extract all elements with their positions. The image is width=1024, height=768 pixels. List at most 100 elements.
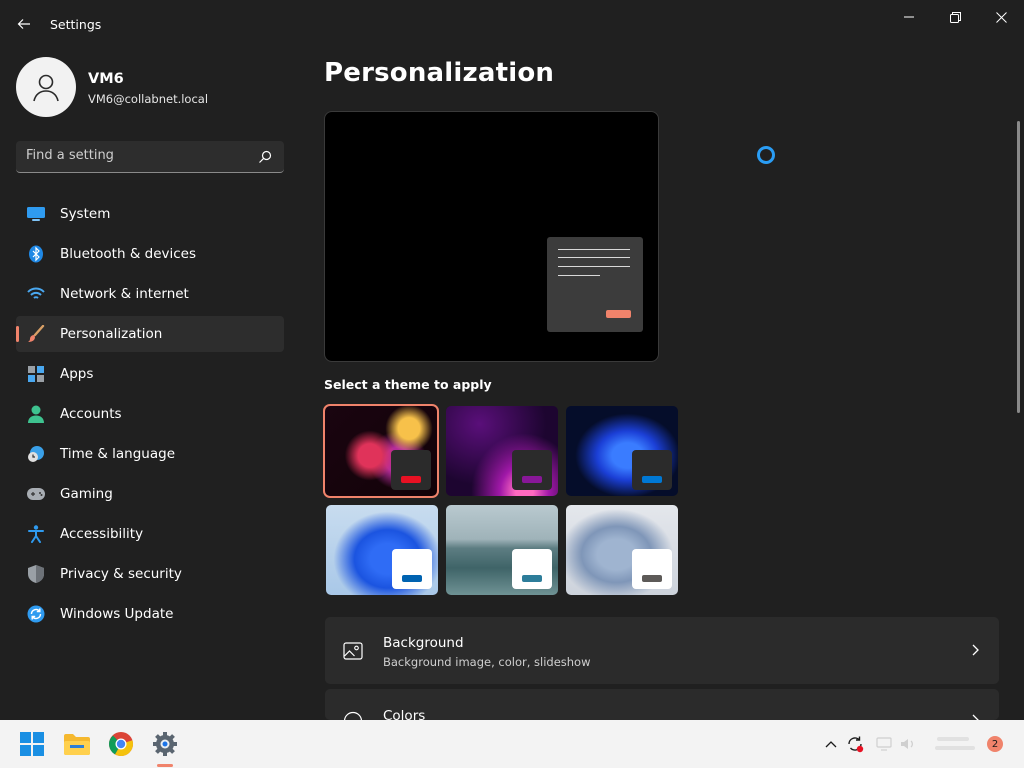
- theme-accent-bar: [402, 575, 422, 582]
- volume-icon: [901, 739, 913, 749]
- sidebar-item-label: Bluetooth & devices: [60, 246, 197, 262]
- image-icon: [343, 642, 363, 660]
- settings-taskbar-button[interactable]: [151, 730, 179, 758]
- search-icon[interactable]: [257, 149, 273, 165]
- title-bar: Settings: [0, 0, 1024, 48]
- theme-preview: [324, 111, 659, 362]
- notification-badge[interactable]: 2: [987, 736, 1003, 752]
- preview-button: [606, 310, 631, 318]
- chrome-button[interactable]: [107, 730, 135, 758]
- close-button[interactable]: [978, 4, 1024, 30]
- loading-spinner-icon: [757, 146, 775, 164]
- colors-card[interactable]: Colors: [325, 689, 999, 720]
- sidebar-item-personalization[interactable]: Personalization: [16, 316, 284, 352]
- bluetooth-icon: [27, 245, 45, 263]
- shield-icon: [27, 565, 45, 583]
- theme-accent-bar: [401, 476, 421, 483]
- restore-button[interactable]: [932, 4, 978, 30]
- theme-accent-bar: [522, 476, 542, 483]
- card-subtitle: Background image, color, slideshow: [383, 655, 591, 669]
- sidebar-item-label: Accounts: [60, 406, 122, 422]
- sidebar-item-label: Personalization: [60, 326, 163, 342]
- theme-thumbnail-flow[interactable]: [566, 505, 678, 595]
- globe-clock-icon: [27, 445, 45, 463]
- sidebar-item-network-internet[interactable]: Network & internet: [16, 276, 284, 312]
- theme-thumbnail-glow[interactable]: [323, 404, 439, 498]
- theme-thumbnail-windows-dark[interactable]: [566, 406, 678, 496]
- apps-icon: [27, 365, 45, 383]
- clock-tray-button[interactable]: [930, 734, 980, 754]
- taskbar: 2: [0, 720, 1024, 768]
- sidebar-item-time-language[interactable]: Time & language: [16, 436, 284, 472]
- theme-accent-bar: [642, 575, 662, 582]
- sidebar-item-accessibility[interactable]: Accessibility: [16, 516, 284, 552]
- scrollbar[interactable]: [1017, 121, 1020, 413]
- card-title: Background: [383, 635, 464, 651]
- volume-tray-button[interactable]: [898, 734, 918, 754]
- sync-status-button[interactable]: [845, 734, 865, 754]
- chevron-right-icon: [972, 644, 979, 656]
- sidebar-nav: System Bluetooth & devices Network & int…: [16, 196, 284, 636]
- user-email: VM6@collabnet.local: [88, 92, 209, 106]
- settings-gear-icon: [153, 732, 177, 756]
- sidebar-item-gaming[interactable]: Gaming: [16, 476, 284, 512]
- theme-thumbnail-sunrise-lake[interactable]: [446, 505, 558, 595]
- clock-placeholder-icon: [935, 737, 975, 750]
- restore-icon: [949, 11, 961, 23]
- preview-line: [558, 249, 630, 250]
- theme-accent-bar: [522, 575, 542, 582]
- file-explorer-button[interactable]: [63, 730, 91, 758]
- active-app-indicator: [157, 764, 173, 767]
- show-hidden-icons-button[interactable]: [821, 734, 841, 754]
- sidebar-item-system[interactable]: System: [16, 196, 284, 232]
- avatar[interactable]: [16, 57, 76, 117]
- background-card[interactable]: Background Background image, color, slid…: [325, 617, 999, 684]
- windows-logo-icon: [20, 732, 44, 756]
- system-icon: [27, 205, 45, 223]
- user-icon: [33, 74, 59, 102]
- chevron-right-icon: [972, 714, 979, 720]
- theme-accent-chip: [632, 549, 672, 589]
- page-title: Personalization: [324, 58, 555, 88]
- theme-thumbnail-windows-light[interactable]: [326, 505, 438, 595]
- sidebar-item-apps[interactable]: Apps: [16, 356, 284, 392]
- sidebar-item-label: Gaming: [60, 486, 113, 502]
- sidebar-item-windows-update[interactable]: Windows Update: [16, 596, 284, 632]
- preview-line: [558, 266, 630, 267]
- network-icon: [876, 737, 892, 751]
- theme-accent-chip: [632, 450, 672, 490]
- wifi-icon: [27, 285, 45, 303]
- search-input[interactable]: [26, 148, 246, 163]
- theme-thumbnail-captured-motion[interactable]: [446, 406, 558, 496]
- back-button[interactable]: [12, 10, 36, 38]
- sync-icon: [848, 736, 864, 753]
- search-box[interactable]: [16, 141, 284, 173]
- update-icon: [27, 605, 45, 623]
- themes-heading: Select a theme to apply: [324, 377, 492, 392]
- sidebar-item-label: Windows Update: [60, 606, 174, 622]
- sidebar-item-privacy-security[interactable]: Privacy & security: [16, 556, 284, 592]
- close-icon: [995, 11, 1007, 23]
- sidebar-item-accounts[interactable]: Accounts: [16, 396, 284, 432]
- app-title: Settings: [50, 17, 102, 32]
- chevron-up-icon: [825, 741, 837, 748]
- accessibility-icon: [27, 525, 45, 543]
- sidebar-item-label: System: [60, 206, 111, 222]
- start-button[interactable]: [18, 730, 46, 758]
- sidebar-item-label: Accessibility: [60, 526, 144, 542]
- gamepad-icon: [27, 485, 45, 503]
- sidebar-item-label: Privacy & security: [60, 566, 182, 582]
- minimize-button[interactable]: [886, 4, 932, 30]
- sidebar-item-label: Time & language: [60, 446, 176, 462]
- back-arrow-icon: [17, 19, 30, 29]
- network-tray-button[interactable]: [874, 734, 894, 754]
- sidebar-item-bluetooth-devices[interactable]: Bluetooth & devices: [16, 236, 284, 272]
- theme-accent-bar: [642, 476, 662, 483]
- theme-accent-chip: [512, 549, 552, 589]
- card-title: Colors: [383, 708, 426, 720]
- file-explorer-icon: [64, 734, 90, 755]
- preview-line: [558, 275, 600, 276]
- preview-window-mockup: [547, 237, 643, 332]
- chrome-icon: [109, 732, 133, 756]
- preview-line: [558, 257, 630, 258]
